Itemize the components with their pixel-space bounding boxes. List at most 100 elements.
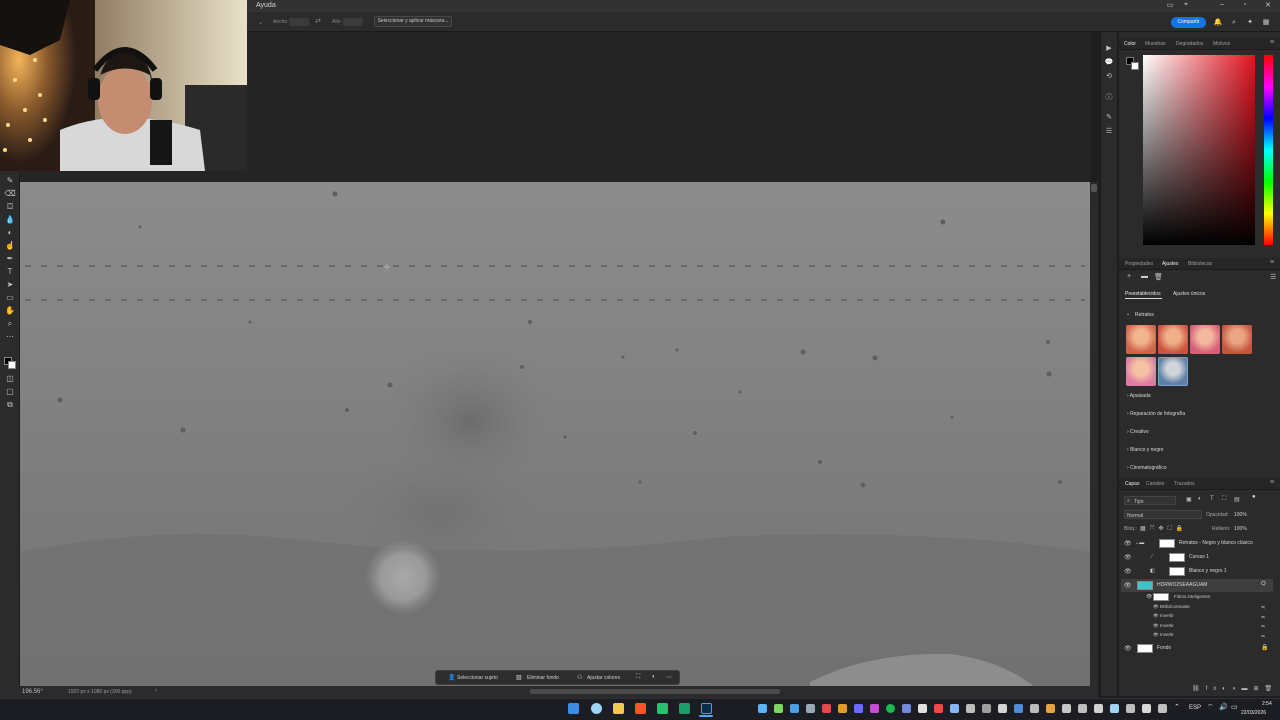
remove-background-button[interactable]: Eliminar fondo [527, 674, 559, 682]
smart-filters-label[interactable]: Filtros inteligentes [1174, 594, 1210, 599]
type-tool-icon[interactable]: T [4, 266, 16, 277]
preset-thumbnail[interactable] [1126, 357, 1156, 386]
layer-row-background[interactable]: 👁 Fondo 🔒 [1121, 642, 1273, 655]
menu-item-help[interactable]: Ayuda [256, 2, 276, 9]
close-icon[interactable]: ✕ [1260, 1, 1276, 11]
rectangle-tool-icon[interactable]: ▭ [4, 292, 16, 303]
smart-filter-item[interactable]: 👁 Brillo/contraste [1153, 604, 1190, 610]
preset-thumbnail[interactable] [1126, 325, 1156, 354]
layer-row-adjustment[interactable]: 👁 ◧ Blanco y negro 1 [1121, 565, 1273, 578]
tab-patterns[interactable]: Motivos [1213, 41, 1230, 47]
tray-icon[interactable] [1110, 704, 1119, 713]
tray-icon[interactable] [838, 704, 847, 713]
pen-tool-icon[interactable]: ✒ [4, 253, 16, 264]
layer-row-smart-object-selected[interactable]: 👁 HDRWO2SEAAGUAM ⛭ [1121, 579, 1273, 592]
layers-bottom-toolbar[interactable]: ⛓fx◐◑▬⊞🗑 [1192, 685, 1278, 692]
select-subject-button[interactable]: Seleccionar sujeto [457, 674, 498, 682]
tab-properties[interactable]: Propiedades [1125, 261, 1153, 267]
visibility-eye-icon[interactable]: 👁 [1124, 554, 1132, 561]
path-selection-tool-icon[interactable]: ➤ [4, 279, 16, 290]
clock-time[interactable]: 2:54 [1262, 701, 1272, 707]
wifi-icon[interactable]: ⌔ [1207, 703, 1214, 712]
blur-tool-icon[interactable]: 💧 [4, 214, 16, 225]
blend-mode-select[interactable]: Normal [1124, 510, 1202, 519]
tray-icon[interactable] [774, 704, 783, 713]
zoom-tool-icon[interactable]: ⌕ [4, 318, 16, 329]
chevron-down-icon[interactable]: ⌄ [258, 19, 263, 26]
add-icon[interactable]: + [1127, 273, 1131, 280]
half-circle-icon[interactable]: ◑ [651, 674, 655, 680]
filter-smart-object-icon[interactable]: ▤ [1234, 496, 1240, 503]
tray-icon[interactable] [854, 704, 863, 713]
opacity-value[interactable]: 100% [1234, 512, 1247, 518]
paint-bucket-tool-icon[interactable]: ⛋ [4, 201, 16, 212]
frame-tool-icon[interactable]: ⧉ [4, 399, 16, 410]
visibility-eye-icon[interactable]: 👁 [1124, 582, 1132, 589]
vertical-scrollbar-thumb[interactable] [1091, 184, 1097, 192]
layer-row-adjustment[interactable]: 👁 ⟋ Curvas 1 [1121, 551, 1273, 564]
screen-mode-icon[interactable]: ▢ [4, 386, 16, 397]
category-landscape[interactable]: › Apaisada [1127, 393, 1151, 399]
chevron-right-icon[interactable]: › [155, 688, 157, 694]
smudge-tool-icon[interactable]: ☝ [4, 240, 16, 251]
adjust-colors-button[interactable]: Ajustar colores [587, 674, 620, 682]
tab-presets[interactable]: Preestablecidos [1125, 291, 1161, 297]
tab-layers[interactable]: Capas [1125, 481, 1139, 487]
maximize-icon[interactable]: ▫ [1237, 1, 1253, 11]
language-indicator[interactable]: ESP [1189, 705, 1201, 711]
width-field[interactable] [289, 18, 309, 26]
tab-gradients[interactable]: Degradados [1176, 41, 1203, 47]
spreadsheet-app-icon[interactable] [679, 703, 690, 714]
file-explorer-icon[interactable] [613, 703, 624, 714]
window-pin-icon[interactable]: ⌖ [1178, 1, 1194, 11]
folder-icon[interactable]: ▬ [1141, 273, 1148, 280]
tab-paths[interactable]: Trazados [1174, 481, 1195, 487]
tray-icon[interactable] [982, 704, 991, 713]
filter-pixel-icon[interactable]: ▣ [1186, 496, 1192, 503]
tray-icon[interactable] [1142, 704, 1151, 713]
sliders-icon[interactable]: ☰ [1104, 127, 1114, 137]
preset-thumbnail[interactable] [1158, 325, 1188, 354]
filter-toggle-icon[interactable]: ● [1252, 494, 1256, 500]
play-icon[interactable]: ▶ [1104, 44, 1114, 54]
fill-value[interactable]: 100% [1234, 526, 1247, 532]
tray-icon[interactable] [758, 704, 767, 713]
bell-icon[interactable]: 🔔 [1213, 17, 1223, 28]
tab-libraries[interactable]: Bibliotecas [1188, 261, 1212, 267]
comment-icon[interactable]: 💬 [1104, 58, 1114, 68]
volume-icon[interactable]: 🔊 [1219, 703, 1228, 711]
brush-tool-icon[interactable]: ✎ [4, 175, 16, 186]
tray-icon[interactable] [1094, 704, 1103, 713]
clock-date[interactable]: 22/03/2026 [1241, 710, 1266, 716]
hue-slider[interactable] [1264, 55, 1273, 245]
brush-settings-icon[interactable]: ✎ [1104, 113, 1114, 123]
eraser-tool-icon[interactable]: ⌫ [4, 188, 16, 199]
battery-icon[interactable]: ▭ [1231, 703, 1238, 711]
tab-swatches[interactable]: Muestras [1145, 41, 1166, 47]
smart-filter-item[interactable]: 👁 Invertir [1153, 623, 1174, 629]
tray-icon[interactable] [1062, 704, 1071, 713]
category-cinematic[interactable]: › Cinematográfico [1127, 465, 1166, 471]
info-icon[interactable]: ⓘ [1104, 93, 1114, 103]
minimize-icon[interactable]: – [1214, 1, 1230, 11]
tray-icon[interactable] [1158, 704, 1167, 713]
category-photo-repair[interactable]: › Reparación de fotografía [1127, 411, 1185, 417]
window-tile-icon[interactable]: ▭ [1162, 1, 1178, 11]
panel-background-swatch[interactable] [1131, 62, 1139, 70]
horizontal-scrollbar[interactable] [530, 689, 780, 694]
tray-icon[interactable] [1030, 704, 1039, 713]
layer-filter-select[interactable]: ⌕ Tipo [1124, 496, 1176, 505]
preset-thumbnail-selected[interactable] [1158, 357, 1188, 386]
chevron-up-icon[interactable]: ⌃ [1174, 703, 1180, 711]
hand-tool-icon[interactable]: ✋ [4, 305, 16, 316]
layer-row-group[interactable]: 👁 ⌄▬ Retratos - Negro y blanco clásico [1121, 537, 1273, 550]
category-black-and-white[interactable]: › Blanco y negro [1127, 447, 1163, 453]
section-title-portraits[interactable]: Retratos [1135, 312, 1154, 318]
discover-icon[interactable]: ✦ [1245, 17, 1255, 28]
discord-icon[interactable] [902, 704, 911, 713]
background-color-swatch[interactable] [8, 361, 16, 369]
list-view-icon[interactable]: ☰ [1270, 273, 1276, 281]
workspace-icon[interactable]: ▦ [1261, 17, 1271, 28]
panel-menu-icon[interactable]: ≡ [1270, 479, 1274, 486]
tab-channels[interactable]: Canales [1146, 481, 1164, 487]
